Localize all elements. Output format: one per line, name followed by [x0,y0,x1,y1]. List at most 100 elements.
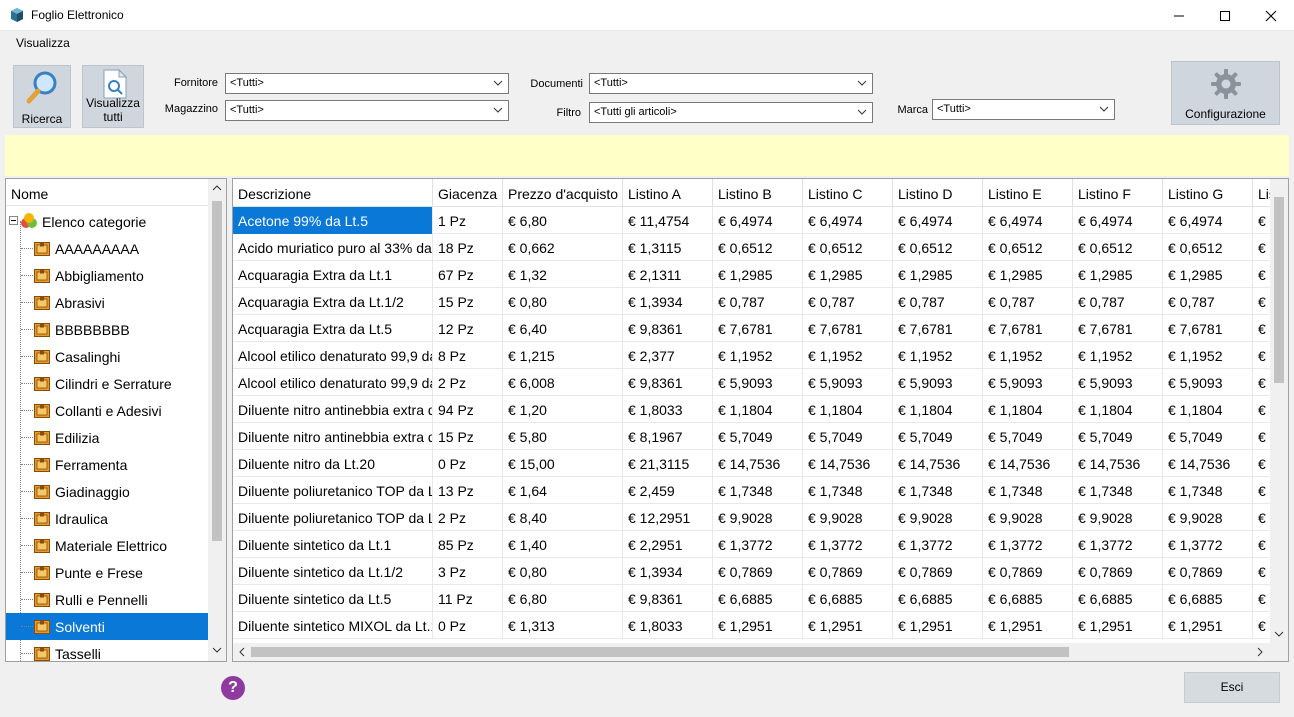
table-cell[interactable]: € 0,787 [713,288,803,315]
table-cell[interactable]: 15 Pz [433,288,503,315]
table-row[interactable]: Alcool etilico denaturato 99,9 da Lt.18 … [233,342,1283,369]
table-cell[interactable]: € 12,2951 [623,504,713,531]
table-cell[interactable]: € 0,7869 [983,558,1073,585]
table-cell[interactable]: € 5,80 [503,423,623,450]
table-cell[interactable]: € 2,377 [623,342,713,369]
tree-item[interactable]: Casalinghi [6,343,208,370]
table-cell[interactable]: Diluente poliuretanico TOP da Lt.1 [233,477,433,504]
table-cell[interactable]: € 1,2985 [1163,261,1253,288]
table-cell[interactable]: Alcool etilico denaturato 99,9 da Lt.5 [233,369,433,396]
table-cell[interactable]: € 14,7536 [713,450,803,477]
column-header[interactable]: Listino F [1073,179,1163,207]
table-cell[interactable]: € 6,80 [503,585,623,612]
table-cell[interactable]: € 1,2985 [803,261,893,288]
table-cell[interactable]: € 1,2951 [803,612,893,639]
table-cell[interactable]: € 0,6512 [1073,234,1163,261]
table-cell[interactable]: Acquaragia Extra da Lt.1/2 [233,288,433,315]
table-cell[interactable]: € 0,7869 [803,558,893,585]
table-cell[interactable]: € 2,2951 [623,531,713,558]
grid-horizontal-scrollbar[interactable] [233,643,1270,661]
table-cell[interactable]: € 1,2985 [893,261,983,288]
table-cell[interactable]: € 1,2951 [983,612,1073,639]
table-cell[interactable]: € 6,6885 [1073,585,1163,612]
close-button[interactable] [1248,0,1294,31]
table-cell[interactable]: € 1,8033 [623,396,713,423]
tree-item[interactable]: Materiale Elettrico [6,532,208,559]
maximize-button[interactable] [1202,0,1248,31]
table-cell[interactable]: € 6,80 [503,207,623,234]
table-cell[interactable]: € 6,008 [503,369,623,396]
table-cell[interactable]: € 1,2985 [1073,261,1163,288]
table-cell[interactable]: € 0,6512 [893,234,983,261]
table-row[interactable]: Acetone 99% da Lt.5 1 Pz € 6,80 € 11,4754 € … [233,207,1283,234]
table-cell[interactable]: € 0,787 [1073,288,1163,315]
table-cell[interactable]: € 9,9028 [713,504,803,531]
table-cell[interactable]: € 1,2951 [893,612,983,639]
table-cell[interactable]: € 7,6781 [1163,315,1253,342]
table-cell[interactable]: 13 Pz [433,477,503,504]
table-row[interactable]: Diluente nitro antinebbia extra da Lt.51… [233,423,1283,450]
magazzino-combo[interactable]: <Tutti> [225,100,509,121]
table-row[interactable]: Diluente poliuretanico TOP da Lt.1 13 Pz €… [233,477,1283,504]
table-cell[interactable]: € 0,7869 [893,558,983,585]
table-cell[interactable]: € 1,7348 [803,477,893,504]
table-cell[interactable]: Acquaragia Extra da Lt.1 [233,261,433,288]
tree-item[interactable]: Cilindri e Serrature [6,370,208,397]
table-cell[interactable]: € 1,1952 [803,342,893,369]
table-cell[interactable]: 18 Pz [433,234,503,261]
table-cell[interactable]: € 1,8033 [623,612,713,639]
table-cell[interactable]: € 14,7536 [983,450,1073,477]
table-cell[interactable]: Diluente poliuretanico TOP da Lt.5 [233,504,433,531]
table-cell[interactable]: € 7,6781 [983,315,1073,342]
table-row[interactable]: Acido muriatico puro al 33% da Lt.118 Pz… [233,234,1283,261]
table-row[interactable]: Diluente sintetico da Lt.1 85 Pz € 1,40 € 2… [233,531,1283,558]
tree-item[interactable]: Punte e Frese [6,559,208,586]
table-cell[interactable]: € 1,64 [503,477,623,504]
table-cell[interactable]: € 2,459 [623,477,713,504]
column-header[interactable]: Listino G [1163,179,1253,207]
tree-item[interactable]: Idraulica [6,505,208,532]
tree-scroll-thumb[interactable] [212,201,222,541]
configuration-button[interactable]: Configurazione [1171,61,1280,125]
column-header[interactable]: Descrizione [233,179,433,207]
table-cell[interactable]: 1 Pz [433,207,503,234]
table-cell[interactable]: € 1,1952 [1163,342,1253,369]
table-cell[interactable]: € 0,6512 [803,234,893,261]
table-cell[interactable]: € 7,6781 [893,315,983,342]
column-header[interactable]: Listino A [623,179,713,207]
column-header[interactable]: Listino E [983,179,1073,207]
table-cell[interactable]: € 1,1952 [893,342,983,369]
table-cell[interactable]: € 14,7536 [803,450,893,477]
table-cell[interactable]: € 6,4974 [713,207,803,234]
table-cell[interactable]: € 0,7869 [1163,558,1253,585]
table-cell[interactable]: 11 Pz [433,585,503,612]
search-button[interactable]: Ricerca [13,65,71,128]
table-row[interactable]: Acquaragia Extra da Lt.5 12 Pz € 6,40 € 9,8… [233,315,1283,342]
table-cell[interactable]: € 11,4754 [623,207,713,234]
table-cell[interactable]: € 0,787 [803,288,893,315]
table-cell[interactable]: € 9,9028 [1073,504,1163,531]
table-cell[interactable]: € 5,9093 [803,369,893,396]
table-row[interactable]: Diluente sintetico da Lt.1/2 3 Pz € 0,80 € … [233,558,1283,585]
table-cell[interactable]: € 1,7348 [1073,477,1163,504]
table-cell[interactable]: € 0,6512 [1163,234,1253,261]
table-cell[interactable]: € 9,8361 [623,585,713,612]
table-cell[interactable]: € 1,3772 [983,531,1073,558]
table-row[interactable]: Diluente sintetico da Lt.5 11 Pz € 6,80 € 9… [233,585,1283,612]
table-cell[interactable]: € 14,7536 [893,450,983,477]
table-cell[interactable]: Acetone 99% da Lt.5 [233,207,433,234]
table-row[interactable]: Acquaragia Extra da Lt.1 67 Pz € 1,32 € 2,1… [233,261,1283,288]
column-header[interactable]: Giacenza [433,179,503,207]
table-cell[interactable]: € 6,4974 [1163,207,1253,234]
table-cell[interactable]: € 6,4974 [803,207,893,234]
table-cell[interactable]: € 21,3115 [623,450,713,477]
table-cell[interactable]: € 5,7049 [983,423,1073,450]
table-cell[interactable]: € 9,9028 [983,504,1073,531]
table-cell[interactable]: € 1,2985 [983,261,1073,288]
exit-button[interactable]: Esci [1184,672,1280,703]
marca-combo[interactable]: <Tutti> [932,99,1115,120]
table-cell[interactable]: € 0,787 [983,288,1073,315]
menu-visualizza[interactable]: Visualizza [16,36,70,50]
table-cell[interactable]: € 5,7049 [1073,423,1163,450]
table-row[interactable]: Diluente nitro da Lt.20 0 Pz € 15,00 € 21,3… [233,450,1283,477]
